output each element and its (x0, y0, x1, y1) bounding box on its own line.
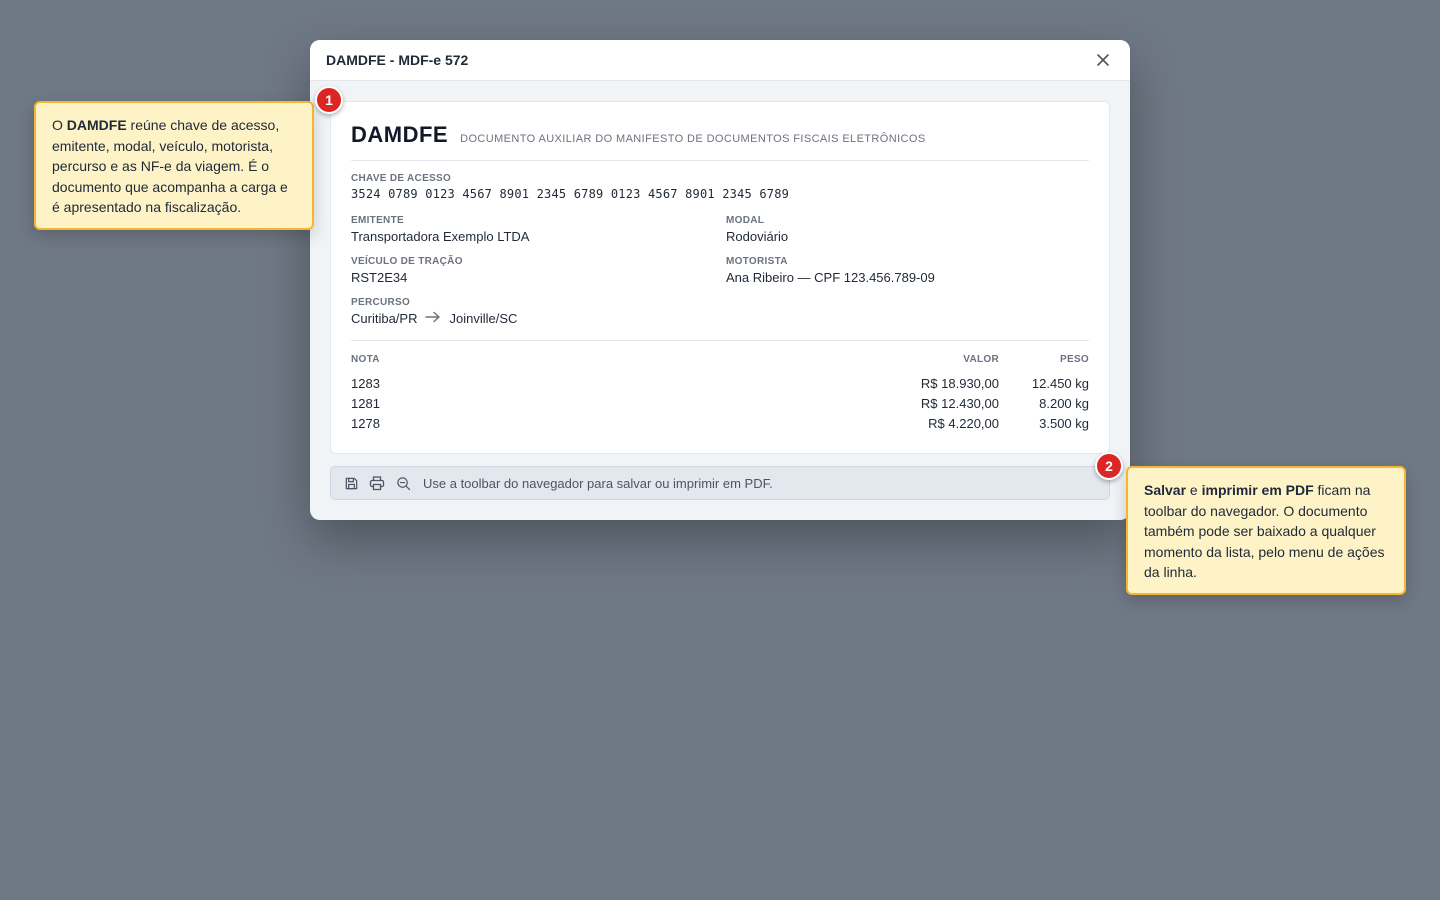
notas-table: NOTA VALOR PESO 1283 R$ 18.930,00 12.450… (351, 351, 1089, 433)
header-nota: NOTA (351, 353, 380, 365)
callout-text: O (52, 117, 67, 133)
modal-title: DAMDFE - MDF-e 572 (326, 52, 469, 68)
nota-number: 1281 (351, 395, 380, 411)
document-fields: EMITENTE Transportadora Exemplo LTDA MOD… (351, 215, 1089, 285)
document-header: DAMDFE DOCUMENTO AUXILIAR DO MANIFESTO D… (351, 122, 1089, 161)
damdfe-document: DAMDFE DOCUMENTO AUXILIAR DO MANIFESTO D… (330, 101, 1110, 454)
callout-save-print-info: Salvar e imprimir em PDF ficam na toolba… (1126, 466, 1406, 595)
document-title: DAMDFE (351, 122, 449, 147)
toolbar-hint: Use a toolbar do navegador para salvar o… (423, 475, 773, 491)
modal-header: DAMDFE - MDF-e 572 (310, 40, 1130, 81)
motorista-label: MOTORISTA (726, 256, 788, 267)
modal-label: MODAL (726, 215, 765, 226)
damdfe-modal: DAMDFE - MDF-e 572 DAMDFE DOCUMENTO AUXI… (310, 40, 1130, 520)
chave-label: CHAVE DE ACESSO (351, 173, 452, 184)
nota-number: 1278 (351, 415, 380, 431)
motorista-value: Ana Ribeiro — CPF 123.456.789-09 (726, 270, 935, 285)
save-icon[interactable] (343, 475, 359, 491)
modal-value: Rodoviário (726, 229, 789, 244)
nota-valor: R$ 12.430,00 (920, 395, 999, 411)
zoom-out-icon[interactable] (395, 475, 411, 491)
callout-text: Salvar (1144, 482, 1187, 498)
notas-header: NOTA VALOR PESO (351, 351, 1089, 367)
step-badge-1: 1 (315, 86, 343, 114)
emitente-value: Transportadora Exemplo LTDA (351, 229, 530, 244)
veiculo-label: VEÍCULO DE TRAÇÃO (351, 256, 463, 267)
percurso-destino: Joinville/SC (449, 311, 518, 326)
header-peso: PESO (1060, 353, 1089, 365)
percurso-label: PERCURSO (351, 297, 411, 308)
table-row: 1281 R$ 12.430,00 8.200 kg (351, 393, 1089, 413)
header-valor: VALOR (963, 353, 999, 365)
veiculo-field: VEÍCULO DE TRAÇÃO RST2E34 (351, 256, 726, 285)
callout-text: DAMDFE (66, 117, 127, 133)
nota-peso: 12.450 kg (1031, 375, 1089, 391)
callout-text: e (1186, 482, 1202, 498)
nota-peso: 3.500 kg (1039, 415, 1089, 431)
emitente-field: EMITENTE Transportadora Exemplo LTDA (351, 215, 726, 244)
nota-peso: 8.200 kg (1039, 395, 1089, 411)
motorista-field: MOTORISTA Ana Ribeiro — CPF 123.456.789-… (726, 256, 1089, 285)
chave-value: 3524 0789 0123 4567 8901 2345 6789 0123 … (351, 187, 790, 201)
emitente-label: EMITENTE (351, 215, 404, 226)
percurso-route: Curitiba/PR Joinville/SC (351, 311, 1089, 326)
print-icon[interactable] (369, 475, 385, 491)
table-row: 1278 R$ 4.220,00 3.500 kg (351, 413, 1089, 433)
modal-field: MODAL Rodoviário (726, 215, 1089, 244)
document-subtitle: DOCUMENTO AUXILIAR DO MANIFESTO DE DOCUM… (460, 133, 926, 145)
step-badge-2: 2 (1095, 452, 1123, 480)
callout-text: imprimir em PDF (1201, 482, 1314, 498)
arrow-right-icon (425, 311, 441, 326)
nota-valor: R$ 18.930,00 (920, 375, 999, 391)
chave-de-acesso: CHAVE DE ACESSO 3524 0789 0123 4567 8901… (351, 173, 1089, 201)
callout-damdfe-info: O DAMDFE reúne chave de acesso, emitente… (34, 101, 314, 230)
table-row: 1283 R$ 18.930,00 12.450 kg (351, 373, 1089, 393)
percurso-field: PERCURSO Curitiba/PR Joinville/SC (351, 297, 1089, 341)
pdf-toolbar: Use a toolbar do navegador para salvar o… (330, 466, 1110, 500)
veiculo-value: RST2E34 (351, 270, 408, 285)
nota-number: 1283 (351, 375, 380, 391)
percurso-origem: Curitiba/PR (351, 311, 418, 326)
close-icon[interactable] (1092, 49, 1114, 71)
nota-valor: R$ 4.220,00 (928, 415, 999, 431)
